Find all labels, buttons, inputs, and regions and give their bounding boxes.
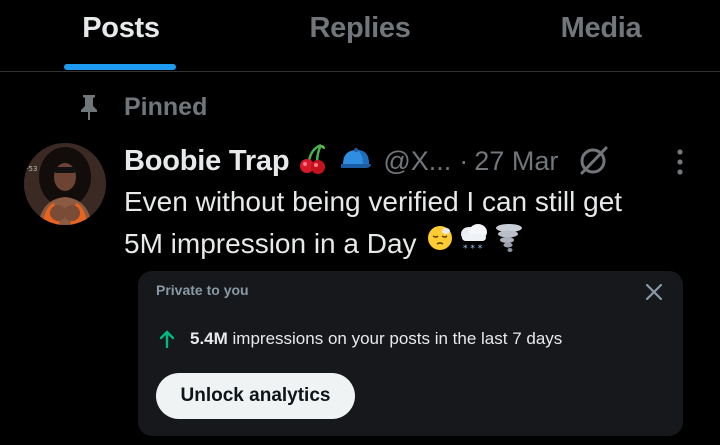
post-emojis: * * * bbox=[425, 222, 525, 265]
pinned-indicator: Pinned bbox=[76, 92, 207, 122]
svg-text:* * *: * * * bbox=[463, 244, 483, 254]
tab-replies[interactable]: Replies bbox=[290, 0, 430, 56]
grok-icon[interactable] bbox=[576, 144, 610, 178]
post-header: Boobie Trap @X... · 27 Mar bbox=[124, 141, 610, 181]
impressions-text: 5.4M impressions on your posts in the la… bbox=[190, 329, 562, 349]
private-label: Private to you bbox=[156, 282, 249, 298]
impressions-stat: 5.4M impressions on your posts in the la… bbox=[158, 329, 562, 349]
profile-tabs: Posts Replies Media bbox=[0, 0, 720, 72]
author-name[interactable]: Boobie Trap bbox=[124, 145, 290, 178]
tornado-icon bbox=[493, 222, 525, 265]
cherries-icon bbox=[297, 143, 327, 180]
avatar[interactable]: -53 bbox=[24, 143, 106, 225]
tab-posts[interactable]: Posts bbox=[60, 0, 182, 56]
sleepy-face-icon bbox=[425, 223, 455, 264]
active-tab-indicator bbox=[64, 64, 176, 70]
pin-icon bbox=[76, 93, 102, 121]
post-text-line: 5M impression in a Day * * * bbox=[124, 222, 704, 265]
more-options-icon[interactable] bbox=[672, 146, 688, 178]
svg-text:-53: -53 bbox=[26, 165, 37, 173]
post-text-line-content: 5M impression in a Day bbox=[124, 228, 417, 259]
post-text: Even without being verified I can still … bbox=[124, 181, 704, 265]
tab-media[interactable]: Media bbox=[536, 0, 666, 56]
pinned-label: Pinned bbox=[124, 92, 208, 121]
impressions-value: 5.4M bbox=[190, 329, 228, 348]
close-icon[interactable] bbox=[643, 281, 665, 303]
impressions-suffix: impressions on your posts in the last 7 … bbox=[227, 329, 563, 348]
analytics-card: Private to you 5.4M impressions on your … bbox=[138, 271, 683, 436]
post-text-line: Even without being verified I can still … bbox=[124, 186, 623, 217]
blue-cap-icon bbox=[339, 146, 373, 177]
snow-cloud-icon: * * * bbox=[457, 222, 491, 265]
unlock-analytics-button[interactable]: Unlock analytics bbox=[156, 373, 355, 419]
post-date[interactable]: 27 Mar bbox=[474, 146, 558, 177]
separator-dot: · bbox=[459, 145, 469, 176]
author-handle[interactable]: @X... bbox=[383, 146, 451, 177]
arrow-up-icon bbox=[158, 329, 176, 349]
